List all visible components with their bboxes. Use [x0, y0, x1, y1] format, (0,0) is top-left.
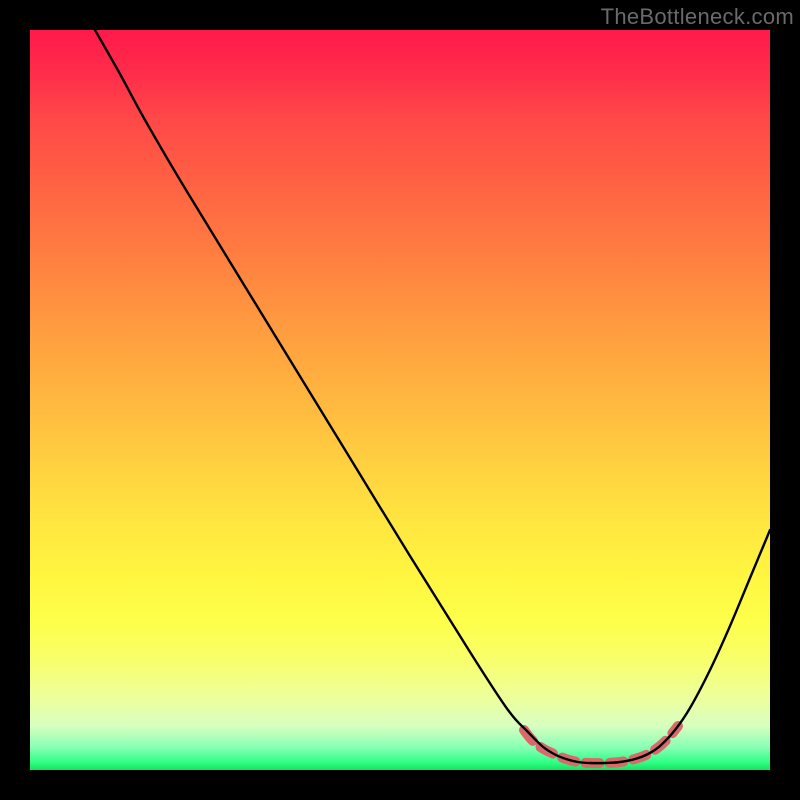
curve-layer — [30, 30, 770, 770]
watermark-text: TheBottleneck.com — [601, 4, 794, 30]
main-curve-path — [95, 30, 770, 763]
minimum-band-path — [524, 726, 678, 763]
chart-frame: TheBottleneck.com — [0, 0, 800, 800]
plot-area — [30, 30, 770, 770]
